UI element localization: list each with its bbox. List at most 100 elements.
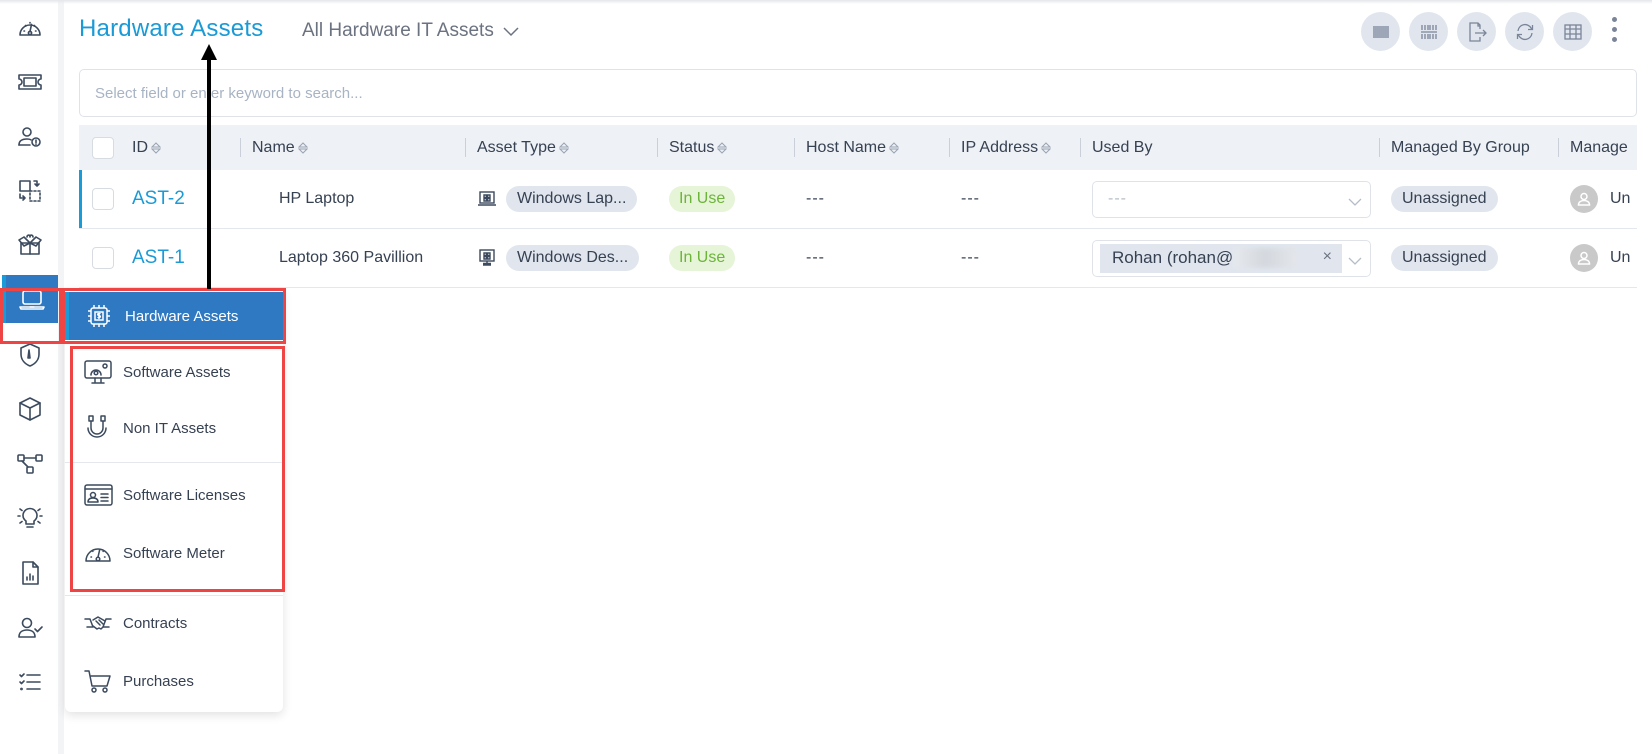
rail-item-security[interactable] <box>0 331 60 379</box>
rail-item-dashboard[interactable] <box>0 4 60 52</box>
table-row[interactable]: AST-2 HP Laptop Windows Lap... In Use --… <box>79 170 1637 229</box>
license-card-icon <box>84 484 113 506</box>
barcode-button[interactable] <box>1361 12 1400 51</box>
column-divider <box>1558 138 1559 157</box>
asset-name: HP Laptop <box>279 190 355 207</box>
column-header-ip-address[interactable]: IP Address <box>949 125 1052 170</box>
column-header-managed-by-group[interactable]: Managed By Group <box>1379 125 1530 170</box>
columns-button[interactable] <box>1553 12 1592 51</box>
print-barcode-button[interactable] <box>1409 12 1448 51</box>
column-header-status[interactable]: Status <box>657 125 728 170</box>
view-selector-label: All Hardware IT Assets <box>302 20 494 41</box>
menu-item-software-licenses[interactable]: Software Licenses <box>65 470 283 520</box>
sort-icon <box>150 141 161 155</box>
bulb-icon <box>17 507 43 528</box>
rail-item-cmdb[interactable] <box>0 385 60 433</box>
top-shadow <box>0 0 1652 4</box>
column-divider <box>794 138 795 157</box>
report-icon <box>22 561 39 585</box>
rail-item-tickets[interactable] <box>0 58 60 106</box>
column-header-host-name[interactable]: Host Name <box>794 125 900 170</box>
host-name: --- <box>806 249 825 266</box>
host-name: --- <box>806 190 825 207</box>
sidebar-gutter <box>58 0 64 754</box>
windows-desktop-icon <box>477 248 497 268</box>
barcode-icon <box>1372 25 1389 38</box>
menu-item-contracts[interactable]: Contracts <box>65 598 283 648</box>
menu-item-software-meter[interactable]: Software Meter <box>65 528 283 578</box>
workflow-icon <box>17 454 43 474</box>
rail-item-reports[interactable] <box>0 549 60 597</box>
column-header-used-by[interactable]: Used By <box>1080 125 1152 170</box>
menu-item-purchases[interactable]: Purchases <box>65 656 283 706</box>
menu-divider <box>65 595 283 596</box>
export-icon <box>1468 21 1487 42</box>
asset-type-pill: Windows Lap... <box>506 186 638 212</box>
user-check-icon <box>18 617 43 638</box>
column-header-managed-by[interactable]: Manage <box>1558 125 1637 170</box>
cable-icon <box>87 415 107 438</box>
column-header-asset-type[interactable]: Asset Type <box>465 125 570 170</box>
rail-item-changes[interactable] <box>0 167 60 215</box>
assets-table: ID Name Asset Type Status Host Name IP A… <box>79 125 1637 288</box>
table-row[interactable]: AST-1 Laptop 360 Pavillion Windows Des..… <box>79 229 1637 288</box>
ticket-icon <box>18 74 42 90</box>
column-divider <box>949 138 950 157</box>
remove-tag-icon[interactable]: × <box>1323 248 1332 266</box>
sort-icon <box>558 141 570 155</box>
rail-item-workflow[interactable] <box>0 440 60 488</box>
rail-item-releases[interactable] <box>0 221 60 269</box>
meter-gauge-icon <box>85 548 111 562</box>
task-list-icon <box>19 673 41 691</box>
used-by-tag: Rohan (rohan@ × <box>1100 243 1342 273</box>
page-title: Hardware Assets <box>79 15 264 42</box>
rail-item-knowledge[interactable] <box>0 494 60 542</box>
status-badge: In Use <box>669 186 736 212</box>
refresh-button[interactable] <box>1505 12 1544 51</box>
row-checkbox[interactable] <box>92 188 114 210</box>
column-divider <box>1080 138 1081 157</box>
used-by-select[interactable]: Rohan (rohan@ × <box>1092 239 1371 277</box>
column-divider <box>1379 138 1380 157</box>
annotation-arrow <box>207 52 211 289</box>
more-options-button[interactable] <box>1607 14 1621 44</box>
rail-item-problems[interactable] <box>0 113 60 161</box>
sort-icon <box>1040 141 1052 155</box>
rail-item-approvals[interactable] <box>0 604 60 652</box>
ip-address: --- <box>961 249 980 266</box>
shopping-cart-icon <box>84 670 111 693</box>
view-selector[interactable]: All Hardware IT Assets <box>302 20 520 42</box>
row-checkbox[interactable] <box>92 247 114 269</box>
rail-item-assets[interactable] <box>2 275 58 323</box>
user-alert-icon <box>18 127 41 147</box>
cube-icon <box>19 397 41 421</box>
asset-id-link[interactable]: AST-2 <box>132 188 185 210</box>
asset-id-link[interactable]: AST-1 <box>132 247 185 269</box>
refresh-icon <box>1516 23 1533 40</box>
user-icon <box>1577 192 1591 206</box>
column-divider <box>240 138 241 157</box>
redacted-email <box>1234 248 1297 268</box>
more-vertical-icon <box>1611 16 1617 22</box>
column-header-id[interactable]: ID <box>132 125 161 170</box>
select-all-checkbox[interactable] <box>92 136 114 159</box>
menu-item-hardware-assets[interactable]: Hardware Assets <box>65 292 283 340</box>
sort-icon <box>717 141 728 155</box>
dashboard-gauge-icon <box>19 21 41 36</box>
rail-item-tasks[interactable] <box>0 658 60 706</box>
menu-item-software-assets[interactable]: Software Assets <box>65 347 283 397</box>
asset-type-pill: Windows Des... <box>506 245 640 271</box>
export-button[interactable] <box>1457 12 1496 51</box>
column-header-name[interactable]: Name <box>240 125 308 170</box>
managed-by: Un <box>1610 190 1631 207</box>
menu-item-non-it-assets[interactable]: Non IT Assets <box>65 403 283 453</box>
chip-dollar-icon <box>88 305 110 327</box>
search-input[interactable] <box>79 69 1637 117</box>
used-by-select[interactable]: --- <box>1092 180 1371 218</box>
software-monitor-icon <box>84 360 112 384</box>
sort-icon <box>888 141 900 155</box>
toolbar <box>1361 12 1592 51</box>
annotation-arrow-head <box>201 44 217 60</box>
shield-icon <box>20 343 40 367</box>
managed-by: Un <box>1610 249 1631 266</box>
